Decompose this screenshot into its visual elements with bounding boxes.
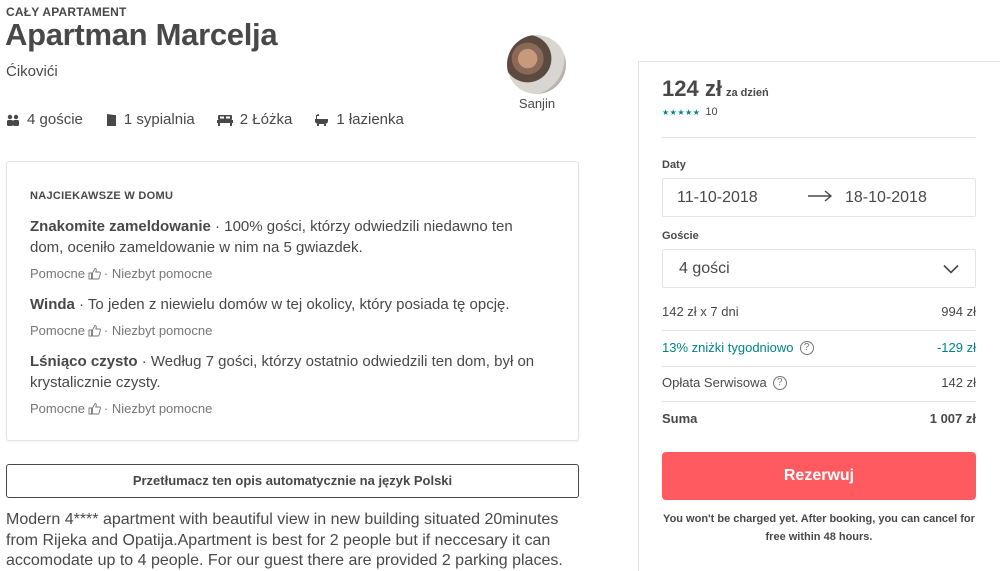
thumbs-up-icon[interactable] (88, 267, 101, 280)
bed-icon (216, 114, 233, 126)
total-value: 1 007 zł (929, 411, 976, 426)
price-line-nights: 142 zł x 7 dni 994 zł (662, 304, 976, 319)
highlight-text: · To jeden z niewielu domów w tej okolic… (74, 296, 510, 313)
thumbs-up-icon[interactable] (88, 402, 101, 415)
guests-icon (7, 114, 19, 126)
divider (662, 366, 976, 367)
guests-label: Goście (662, 230, 699, 242)
helpful-link[interactable]: Pomocne (30, 266, 85, 281)
highlight-title: Lśniąco czysto (30, 353, 138, 370)
bathtub-icon (315, 114, 329, 126)
service-fee-label: Opłata Serwisowa (662, 375, 767, 390)
highlight-feedback: Pomocne · Niezbyt pomocne (30, 323, 212, 338)
helpful-link[interactable]: Pomocne (30, 401, 85, 416)
nights-label: 142 zł x 7 dni (662, 304, 739, 319)
listing-description: Modern 4**** apartment with beautiful vi… (6, 511, 563, 569)
highlight-feedback: Pomocne · Niezbyt pomocne (30, 266, 212, 281)
check-out-input[interactable]: 18-10-2018 (845, 189, 927, 207)
guests-value: 4 gości (679, 259, 730, 277)
translate-description-button[interactable]: Przetłumacz ten opis automatycznie na ję… (6, 464, 579, 498)
price-line-total: Suma 1 007 zł (662, 411, 976, 426)
host-name[interactable]: Sanjin (507, 96, 567, 111)
door-icon (106, 113, 116, 126)
highlights-kicker: NAJCIEKAWSZE W DOMU (30, 190, 174, 202)
highlight-item: Lśniąco czysto · Według 7 gości, którzy … (30, 351, 550, 393)
reserve-button[interactable]: Rezerwuj (662, 452, 976, 500)
booking-panel: 124 zł za dzień ★★★★★ 10 Daty 11-10-2018… (638, 61, 1000, 571)
not-helpful-link[interactable]: · Niezbyt pomocne (104, 401, 212, 416)
host-avatar[interactable] (507, 35, 566, 94)
listing-title: Apartman Marcelja (5, 17, 278, 52)
host-profile[interactable]: Sanjin (507, 35, 567, 111)
booking-note: You won't be charged yet. After booking,… (663, 513, 975, 543)
nightly-price: 124 zł za dzień (662, 76, 769, 102)
discount-value: -129 zł (936, 340, 976, 355)
divider (662, 137, 976, 138)
price-unit: za dzień (725, 87, 769, 99)
highlight-title: Znakomite zameldowanie (30, 218, 211, 235)
fact-guests-label: 4 goście (27, 111, 83, 128)
total-label: Suma (662, 411, 698, 426)
thumbs-up-icon[interactable] (88, 324, 101, 337)
highlight-item: Winda · To jeden z niewielu domów w tej … (30, 294, 550, 315)
listing-location[interactable]: Ćikovići (6, 63, 58, 80)
fact-baths-label: 1 łazienka (336, 111, 404, 128)
listing-facts: 4 goście 1 sypialnia 2 Łóżka 1 łazienka (6, 111, 426, 128)
price-amount: 124 zł (662, 76, 722, 101)
fact-baths: 1 łazienka (314, 111, 404, 128)
chevron-down-icon (943, 264, 959, 274)
star-rating-icon: ★★★★★ (662, 107, 701, 117)
fact-bedrooms-label: 1 sypialnia (123, 111, 195, 128)
nights-value: 994 zł (941, 304, 976, 319)
fact-guests: 4 goście (6, 111, 83, 128)
price-line-discount: 13% zniżki tygodniowo? -129 zł (662, 340, 976, 355)
not-helpful-link[interactable]: · Niezbyt pomocne (104, 266, 212, 281)
service-fee-value: 142 zł (941, 375, 976, 390)
arrow-right-icon (807, 189, 835, 207)
date-range-picker[interactable]: 11-10-2018 18-10-2018 (662, 178, 976, 217)
fact-beds-label: 2 Łóżka (239, 111, 293, 128)
guests-dropdown[interactable]: 4 gości (662, 249, 976, 288)
helpful-link[interactable]: Pomocne (30, 323, 85, 338)
review-count[interactable]: 10 (705, 106, 717, 118)
dates-label: Daty (662, 159, 686, 171)
help-icon[interactable]: ? (772, 375, 787, 390)
highlight-title: Winda (30, 296, 75, 313)
help-icon[interactable]: ? (799, 340, 814, 355)
highlight-feedback: Pomocne · Niezbyt pomocne (30, 401, 212, 416)
divider (662, 401, 976, 402)
fact-beds: 2 Łóżka (216, 111, 293, 128)
home-highlights-card: NAJCIEKAWSZE W DOMU Znakomite zameldowan… (6, 161, 579, 441)
fact-bedrooms: 1 sypialnia (105, 111, 195, 128)
price-line-service-fee: Opłata Serwisowa? 142 zł (662, 375, 976, 390)
rating-summary[interactable]: ★★★★★ 10 (662, 106, 718, 118)
check-in-input[interactable]: 11-10-2018 (677, 189, 797, 207)
divider (662, 330, 976, 331)
highlight-item: Znakomite zameldowanie · 100% gości, któ… (30, 216, 550, 258)
discount-label: 13% zniżki tygodniowo (662, 340, 794, 355)
not-helpful-link[interactable]: · Niezbyt pomocne (104, 323, 212, 338)
